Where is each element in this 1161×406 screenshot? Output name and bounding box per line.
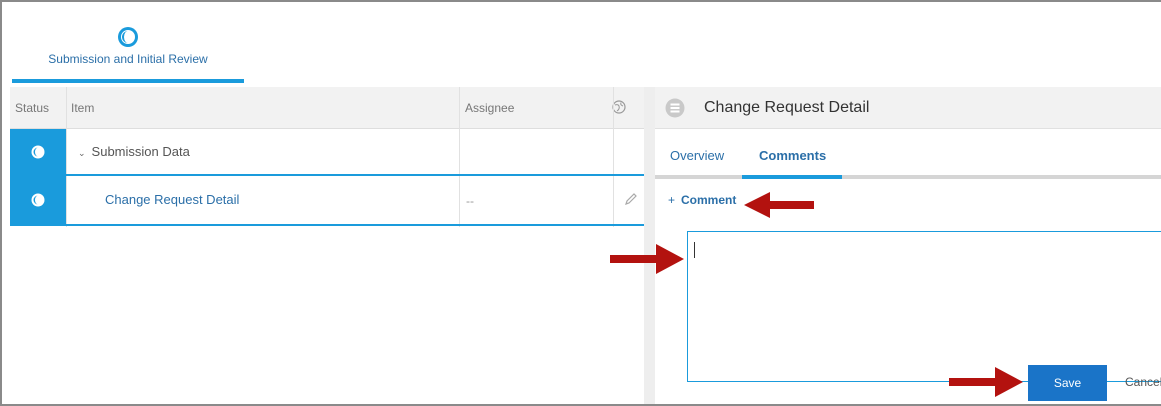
row-status-cell bbox=[10, 129, 66, 174]
stage-tab-submission-review[interactable]: Submission and Initial Review bbox=[12, 26, 244, 80]
row-assignee-value: -- bbox=[466, 194, 474, 208]
active-tab-indicator bbox=[742, 175, 842, 179]
app-frame: Submission and Initial Review Status Ite… bbox=[0, 0, 1161, 406]
comment-textarea[interactable] bbox=[687, 231, 1161, 382]
half-moon-status-icon bbox=[31, 145, 45, 158]
table-row-change-request-detail[interactable]: Change Request Detail -- bbox=[10, 176, 644, 226]
globe-icon[interactable] bbox=[612, 100, 626, 114]
tab-comments[interactable]: Comments bbox=[759, 148, 826, 163]
column-header-item[interactable]: Item bbox=[71, 87, 94, 129]
annotation-arrow-right bbox=[610, 244, 684, 274]
chevron-down-icon[interactable]: ⌄ bbox=[78, 148, 86, 158]
table-row-submission-data[interactable]: ⌄ Submission Data bbox=[10, 129, 644, 176]
row-item-link[interactable]: Change Request Detail bbox=[105, 192, 239, 207]
tab-overview[interactable]: Overview bbox=[670, 148, 724, 163]
grid-header: Status Item Assignee bbox=[10, 87, 644, 129]
annotation-arrow-left bbox=[744, 192, 814, 218]
stage-label: Submission and Initial Review bbox=[48, 52, 208, 66]
items-grid: Status Item Assignee ⌄ Submission Data C… bbox=[10, 87, 644, 404]
column-header-status[interactable]: Status bbox=[15, 87, 49, 129]
detail-title: Change Request Detail bbox=[704, 99, 870, 116]
stage-active-indicator bbox=[12, 79, 244, 83]
detail-tabs: Overview Comments bbox=[655, 129, 1161, 179]
save-button[interactable]: Save bbox=[1028, 365, 1107, 401]
plus-icon: + bbox=[668, 193, 676, 207]
column-header-assignee[interactable]: Assignee bbox=[465, 87, 514, 129]
half-moon-status-icon bbox=[118, 27, 138, 47]
annotation-arrow-right bbox=[949, 367, 1023, 397]
text-cursor bbox=[694, 242, 695, 258]
half-moon-status-icon bbox=[31, 193, 45, 207]
row-item-label[interactable]: ⌄ Submission Data bbox=[78, 144, 190, 159]
detail-panel: Change Request Detail Overview Comments … bbox=[655, 87, 1161, 404]
pencil-icon[interactable] bbox=[624, 192, 638, 206]
list-icon bbox=[665, 98, 685, 118]
row-status-cell bbox=[10, 176, 66, 224]
add-comment-button[interactable]: + Comment bbox=[668, 193, 736, 207]
detail-header: Change Request Detail bbox=[655, 87, 1161, 129]
cancel-button[interactable]: Cancel bbox=[1125, 375, 1161, 389]
